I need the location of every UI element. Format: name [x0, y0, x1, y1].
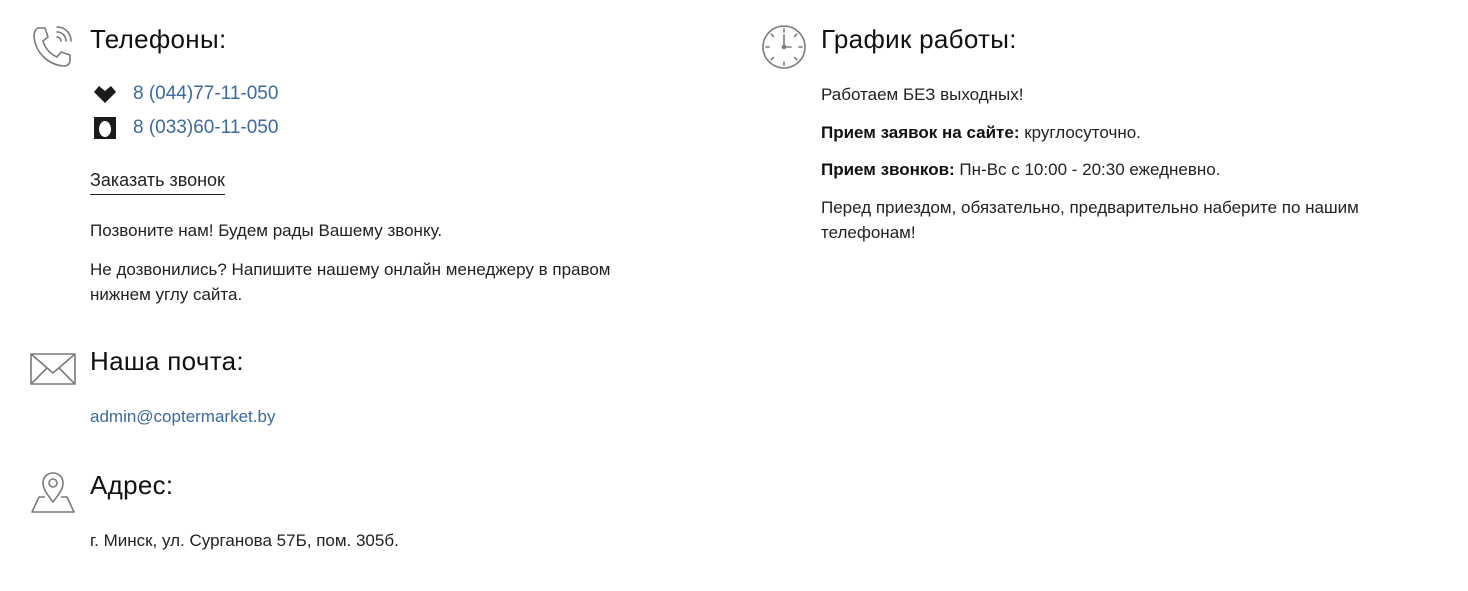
address-section: Адрес: г. Минск, ул. Сурганова 57Б, пом.…: [30, 470, 710, 560]
email-link[interactable]: admin@coptermarket.by: [90, 404, 275, 429]
phone-link-velcom[interactable]: 8 (044)77-11-050: [133, 83, 278, 105]
address-title: Адрес:: [90, 470, 174, 500]
email-title: Наша почта:: [90, 346, 244, 376]
callback-button[interactable]: Заказать звонок: [90, 170, 225, 195]
mts-egg-icon: [93, 116, 117, 140]
phone-link-mts[interactable]: 8 (033)60-11-050: [133, 117, 278, 139]
schedule-title: График работы:: [821, 24, 1017, 54]
schedule-online-orders: Прием заявок на сайте: круглосуточно.: [821, 120, 1141, 145]
schedule-online-orders-label: Прием заявок на сайте:: [821, 123, 1020, 142]
phones-title: Телефоны:: [90, 24, 227, 54]
email-section: Наша почта: admin@coptermarket.by: [30, 346, 710, 436]
phones-note-manager-line1: Не дозвонились? Напишите нашему онлайн м…: [90, 260, 611, 279]
schedule-visit-note-line2: телефонам!: [821, 223, 916, 242]
phone-row-velcom: 8 (044)77-11-050: [93, 82, 278, 106]
phones-note-manager-line2: нижнем углу сайта.: [90, 285, 243, 304]
schedule-online-orders-value: круглосуточно.: [1019, 123, 1141, 142]
schedule-section: График работы: Работаем БЕЗ выходных! Пр…: [761, 24, 1441, 264]
schedule-no-days-off: Работаем БЕЗ выходных!: [821, 85, 1024, 104]
map-pin-icon: [30, 470, 76, 516]
phone-row-mts: 8 (033)60-11-050: [93, 116, 278, 140]
address-text: г. Минск, ул. Сурганова 57Б, пом. 305б.: [90, 531, 399, 550]
clock-icon: [761, 24, 807, 70]
phone-icon: [30, 24, 76, 70]
schedule-calls-label: Прием звонков:: [821, 160, 955, 179]
envelope-icon: [30, 346, 76, 392]
schedule-visit-note-line1: Перед приездом, обязательно, предварител…: [821, 198, 1359, 217]
schedule-calls-value: Пн-Вс с 10:00 - 20:30 ежедневно.: [954, 160, 1221, 179]
schedule-calls: Прием звонков: Пн-Вс с 10:00 - 20:30 еже…: [821, 157, 1220, 182]
velcom-heart-icon: [93, 82, 117, 106]
phones-note-call: Позвоните нам! Будем рады Вашему звонку.: [90, 221, 443, 240]
phones-section: Телефоны: 8 (044)77-11-050 8 (033)60-11-…: [30, 24, 710, 314]
